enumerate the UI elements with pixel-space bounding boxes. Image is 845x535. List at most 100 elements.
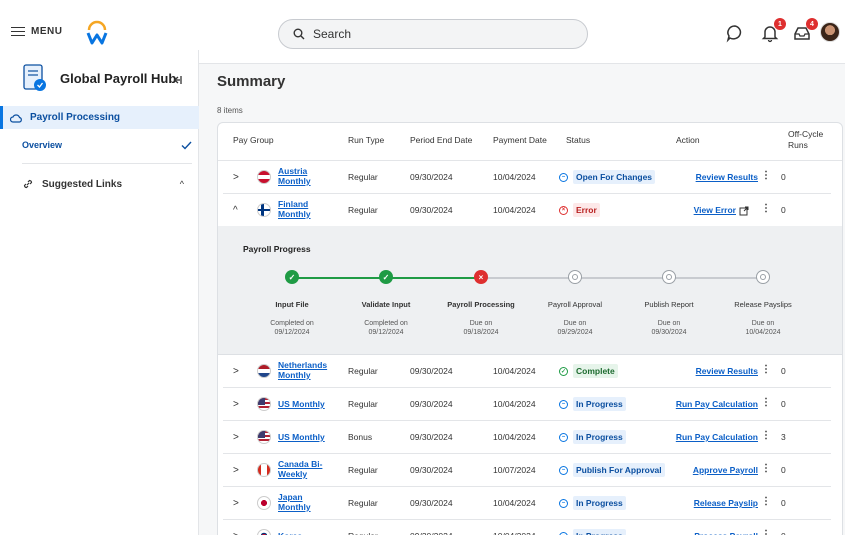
more-options-icon[interactable]: ⋮ (761, 397, 771, 408)
more-options-icon[interactable]: ⋮ (761, 430, 771, 441)
inbox-button[interactable]: 4 (792, 18, 818, 43)
period-end-date: 09/30/2024 (410, 498, 453, 508)
step-due-date: 09/29/2024 (557, 329, 593, 336)
status-badge: ✓ Complete (559, 364, 618, 378)
action-link[interactable]: Review Results (696, 172, 758, 182)
sidebar-item-overview[interactable]: Overview (22, 136, 192, 154)
step-label: Release Payslips (734, 300, 792, 309)
pay-group-line1: Austria (278, 166, 308, 176)
action-link[interactable]: Run Pay Calculation (676, 399, 758, 409)
period-end-date: 09/30/2024 (410, 465, 453, 475)
action-link[interactable]: Process Payroll (694, 531, 758, 535)
more-options-icon[interactable]: ⋮ (761, 170, 771, 181)
col-off-cycle-line1: Off-Cycle (788, 129, 824, 139)
step-due-label: Due on (751, 320, 775, 327)
pay-group-link[interactable]: Korea (278, 531, 338, 535)
col-period-end[interactable]: Period End Date (410, 135, 472, 145)
table-row[interactable]: > Canada Bi- Weekly Regular 09/30/2024 10/07/… (223, 454, 831, 487)
external-link-icon[interactable] (739, 203, 749, 216)
run-type: Regular (348, 399, 378, 409)
sidebar-item-suggested-links[interactable]: Suggested Links ^ (22, 175, 192, 193)
action-link[interactable]: Approve Payroll (693, 465, 758, 475)
pay-group-link[interactable]: Netherlands Monthly (278, 360, 338, 380)
sidebar-links-label: Suggested Links (42, 178, 123, 190)
col-payment-date[interactable]: Payment Date (493, 135, 547, 145)
table-row[interactable]: > Japan Monthly Regular 09/30/2024 10/04/2024… (223, 487, 831, 520)
more-options-icon[interactable]: ⋮ (761, 529, 771, 535)
pay-group-line1: US Monthly (278, 399, 325, 409)
table-row[interactable]: ^ Finland Monthly Regular 09/30/2024 10/04/20… (223, 194, 831, 227)
pay-group-link[interactable]: Canada Bi- Weekly (278, 459, 338, 479)
check-icon (181, 141, 192, 150)
progress-connector (386, 277, 481, 279)
col-pay-group[interactable]: Pay Group (233, 135, 274, 145)
status-badge: –In Progress (559, 430, 626, 444)
status-badge: –In Progress (559, 397, 626, 411)
table-row[interactable]: > Netherlands Monthly Regular 09/30/2024 10/0… (223, 355, 831, 388)
more-options-icon[interactable]: ⋮ (761, 463, 771, 474)
progress-connector (481, 277, 575, 279)
search-input[interactable] (313, 27, 553, 41)
action-link[interactable]: View Error (694, 205, 736, 215)
col-off-cycle[interactable]: Off-Cycle Runs (788, 129, 823, 151)
search-bar[interactable] (278, 19, 588, 49)
table-row[interactable]: > US Monthly Bonus 09/30/2024 10/04/2024 – In … (223, 421, 831, 454)
chevron-right-icon[interactable]: > (233, 531, 239, 535)
chevron-right-icon[interactable]: > (233, 172, 239, 183)
step-due-date: 10/04/2024 (745, 329, 781, 336)
status-text: In Progress (573, 430, 626, 444)
pay-group-link[interactable]: Austria Monthly (278, 166, 338, 186)
hub-header: Global Payroll Hub (22, 60, 192, 96)
more-options-icon[interactable]: ⋮ (761, 496, 771, 507)
payment-date: 10/07/2024 (493, 465, 536, 475)
action-link[interactable]: Run Pay Calculation (676, 432, 758, 442)
col-status[interactable]: Status (566, 135, 590, 145)
page-title: Summary (217, 73, 286, 90)
hub-title: Global Payroll Hub (60, 70, 177, 86)
collapse-sidebar-icon[interactable] (172, 75, 182, 85)
payment-date: 10/04/2024 (493, 531, 536, 535)
step-label: Payroll Processing (447, 300, 515, 309)
chat-icon[interactable] (725, 23, 745, 43)
payment-date: 10/04/2024 (493, 172, 536, 182)
col-action[interactable]: Action (676, 135, 700, 145)
chevron-right-icon[interactable]: > (233, 465, 239, 476)
step-due-date: 09/18/2024 (463, 329, 499, 336)
payroll-table: Pay Group Run Type Period End Date Payme… (217, 122, 843, 535)
menu-button[interactable]: MENU (11, 26, 62, 37)
avatar[interactable] (820, 22, 840, 42)
table-row[interactable]: > US Monthly Regular 09/30/2024 10/04/2024 – I… (223, 388, 831, 421)
hub-icon (23, 64, 46, 91)
chevron-right-icon[interactable]: > (233, 498, 239, 509)
pay-group-link[interactable]: US Monthly (278, 399, 338, 409)
run-type: Regular (348, 465, 378, 475)
run-type: Regular (348, 531, 378, 535)
chevron-right-icon[interactable]: > (233, 399, 239, 410)
chevron-right-icon[interactable]: > (233, 432, 239, 443)
pay-group-link[interactable]: Finland Monthly (278, 199, 338, 219)
step-complete-icon: ✓ (379, 270, 393, 284)
sidebar-item-payroll-processing[interactable]: Payroll Processing (0, 106, 199, 129)
action-link[interactable]: Release Payslip (694, 498, 758, 508)
more-options-icon[interactable]: ⋮ (761, 203, 771, 214)
pay-group-link[interactable]: Japan Monthly (278, 492, 338, 512)
action-link[interactable]: Review Results (696, 366, 758, 376)
table-row[interactable]: > Austria Monthly Regular 09/30/2024 10/04/20… (223, 161, 831, 194)
flag-icon (257, 364, 271, 378)
table-row[interactable]: > Korea Regular 09/30/2024 10/04/2024 – In Pro… (223, 520, 831, 535)
col-run-type[interactable]: Run Type (348, 135, 384, 145)
flag-canton (258, 398, 265, 405)
chevron-up-icon[interactable]: ^ (233, 205, 238, 216)
status-badge: – Open For Changes (559, 170, 656, 184)
chevron-right-icon[interactable]: > (233, 366, 239, 377)
more-options-icon[interactable]: ⋮ (761, 364, 771, 375)
flag-cross (261, 204, 264, 216)
error-icon: × (559, 205, 568, 215)
pay-group-link[interactable]: US Monthly (278, 432, 338, 442)
notifications-badge: 1 (774, 18, 786, 30)
period-end-date: 09/30/2024 (410, 432, 453, 442)
workday-logo[interactable] (85, 20, 109, 46)
flag-icon (257, 496, 271, 510)
progress-connector (669, 277, 763, 279)
notifications-button[interactable]: 1 (760, 18, 786, 43)
